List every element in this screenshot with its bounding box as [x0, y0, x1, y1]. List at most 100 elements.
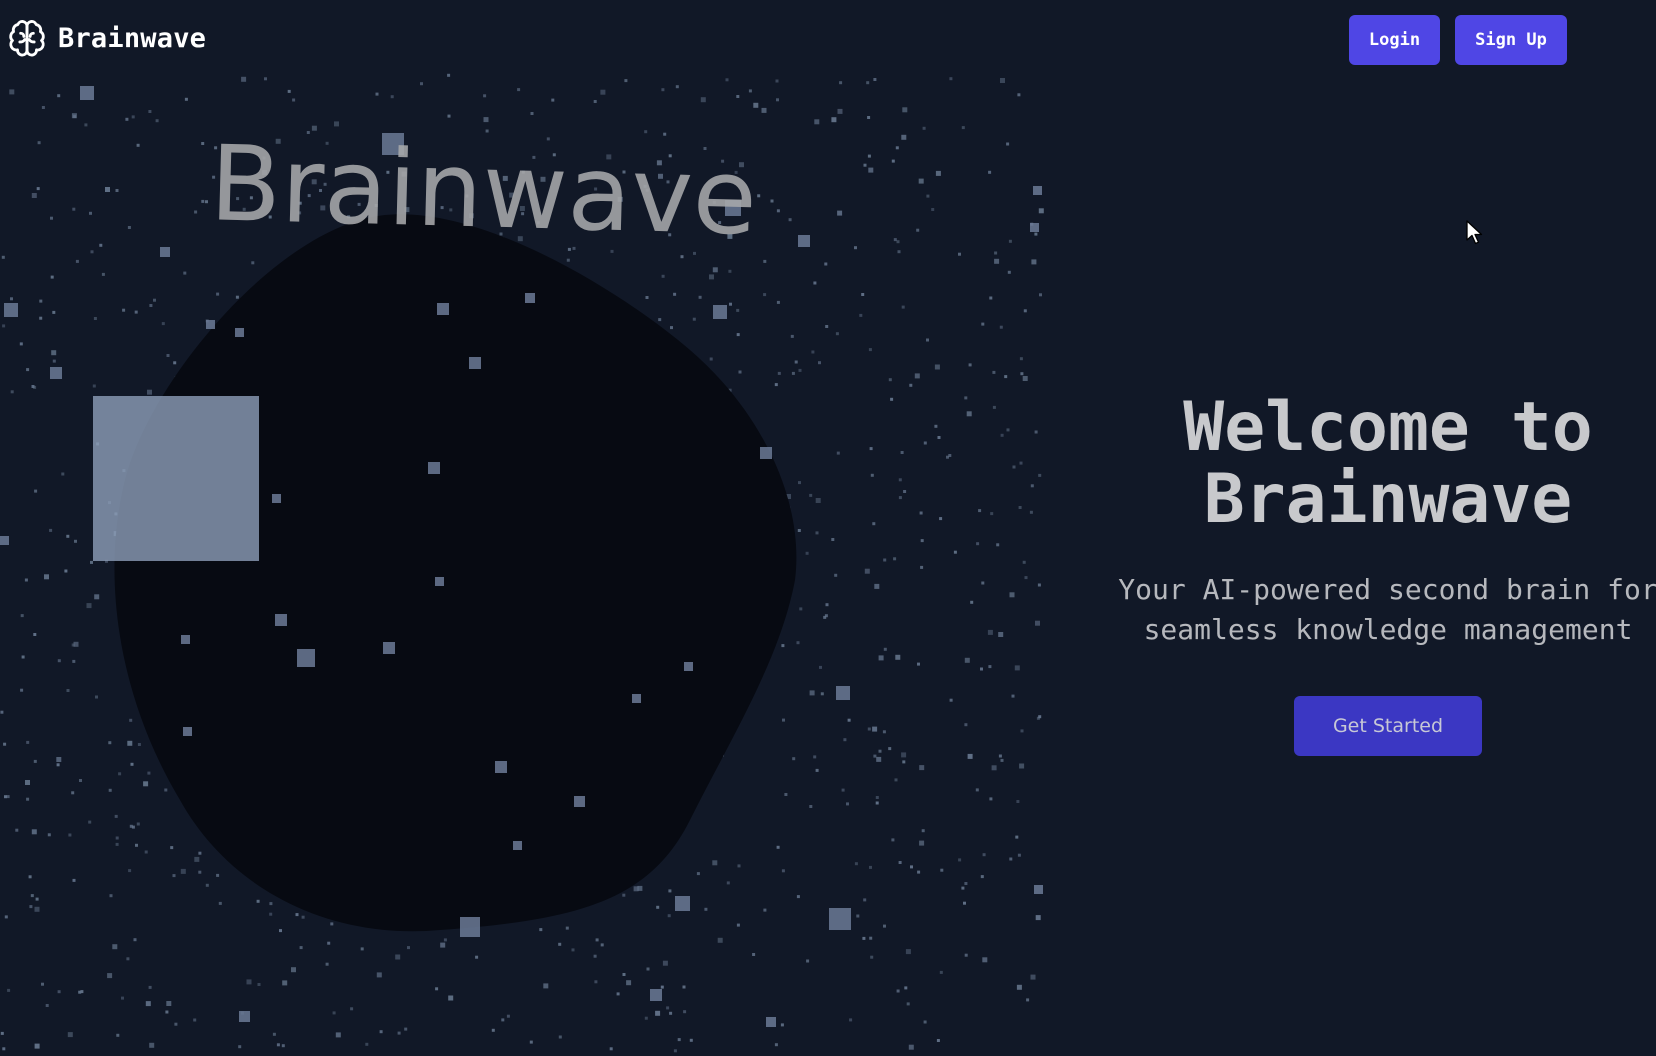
dust-particle — [64, 569, 68, 573]
square-particle — [239, 1011, 250, 1022]
dust-particle — [781, 869, 785, 873]
dust-particle — [56, 763, 60, 767]
dust-particle — [878, 655, 884, 661]
dust-particle — [964, 882, 968, 885]
dust-particle — [1024, 576, 1028, 580]
dust-particle — [21, 655, 25, 659]
dust-particle — [696, 872, 700, 876]
dust-particle — [982, 853, 986, 857]
dust-particle — [970, 600, 974, 604]
dust-particle — [9, 89, 15, 95]
square-particle — [650, 989, 662, 1001]
dust-particle — [66, 534, 70, 538]
dust-particle — [1008, 239, 1012, 243]
dust-particle — [130, 762, 134, 766]
dust-particle — [935, 170, 941, 176]
dust-particle — [891, 159, 895, 163]
dust-particle — [73, 115, 77, 119]
get-started-button[interactable]: Get Started — [1294, 696, 1482, 756]
square-particle — [275, 614, 287, 626]
dust-particle — [980, 667, 983, 671]
dust-particle — [854, 246, 857, 250]
dust-particle — [125, 117, 129, 121]
dust-particle — [902, 760, 906, 764]
dust-particle — [115, 189, 119, 192]
dust-particle — [1022, 560, 1026, 564]
signup-button[interactable]: Sign Up — [1455, 15, 1567, 65]
dust-particle — [325, 962, 329, 966]
dust-particle — [875, 796, 879, 799]
dust-particle — [506, 1014, 510, 1018]
dust-particle — [216, 292, 220, 296]
dust-particle — [644, 1016, 648, 1020]
dust-particle — [776, 845, 780, 849]
dust-particle — [264, 77, 267, 81]
dust-particle — [566, 258, 570, 262]
dust-particle — [79, 779, 82, 782]
dust-particle — [917, 870, 921, 874]
dust-particle — [987, 629, 993, 635]
dust-particle — [836, 451, 840, 455]
dust-particle — [301, 915, 305, 919]
dust-particle — [57, 990, 61, 994]
square-particle — [181, 635, 190, 644]
dust-particle — [894, 778, 898, 782]
brand[interactable]: Brainwave — [8, 19, 206, 57]
dust-particle — [904, 986, 908, 990]
landing-page: Brainwave Brainwave Login Sign Up Welcom… — [0, 0, 1656, 1056]
dust-particle — [729, 302, 732, 306]
dust-particle — [777, 371, 781, 375]
dust-particle — [796, 895, 800, 899]
dust-particle — [645, 296, 649, 299]
dust-particle — [107, 973, 113, 979]
dust-particle — [834, 573, 838, 577]
dust-particle — [992, 405, 996, 409]
dust-particle — [763, 293, 767, 297]
dust-particle — [824, 262, 828, 266]
dust-particle — [856, 914, 860, 918]
dust-particle — [682, 985, 686, 989]
dust-particle — [736, 308, 740, 312]
dust-particle — [161, 322, 165, 326]
dust-particle — [95, 695, 98, 699]
dust-particle — [917, 662, 920, 666]
dust-particle — [673, 1049, 677, 1053]
dust-particle — [136, 822, 140, 826]
dust-particle — [126, 957, 130, 961]
dust-particle — [963, 901, 966, 905]
dust-particle — [114, 814, 118, 818]
dust-particle — [964, 396, 968, 400]
dust-particle — [205, 200, 208, 204]
dust-particle — [991, 765, 997, 771]
dust-particle — [173, 361, 177, 365]
dust-particle — [825, 325, 829, 328]
square-particle — [469, 357, 481, 369]
dust-particle — [1026, 998, 1030, 1002]
dust-particle — [780, 1023, 784, 1027]
dust-particle — [867, 154, 871, 158]
dust-particle — [2, 324, 6, 328]
login-button[interactable]: Login — [1349, 15, 1440, 65]
dust-particle — [862, 936, 866, 940]
dust-particle — [279, 929, 282, 933]
dust-particle — [837, 108, 843, 114]
dust-particle — [989, 296, 993, 300]
dust-particle — [809, 493, 813, 497]
dust-particle — [920, 565, 924, 569]
dust-particle — [863, 898, 867, 902]
dust-particle — [565, 926, 569, 930]
dust-particle — [90, 560, 93, 564]
dust-particle — [901, 134, 907, 140]
dust-particle — [776, 300, 780, 304]
dust-particle — [99, 243, 103, 247]
dust-particle — [149, 1042, 155, 1048]
dust-particle — [667, 914, 671, 918]
dust-particle — [295, 913, 299, 917]
dust-particle — [878, 749, 882, 753]
dust-particle — [774, 1043, 778, 1047]
dust-particle — [953, 550, 957, 554]
dust-particle — [813, 755, 817, 759]
dust-particle — [1030, 484, 1034, 488]
square-particle — [495, 761, 507, 773]
dust-particle — [127, 740, 133, 746]
